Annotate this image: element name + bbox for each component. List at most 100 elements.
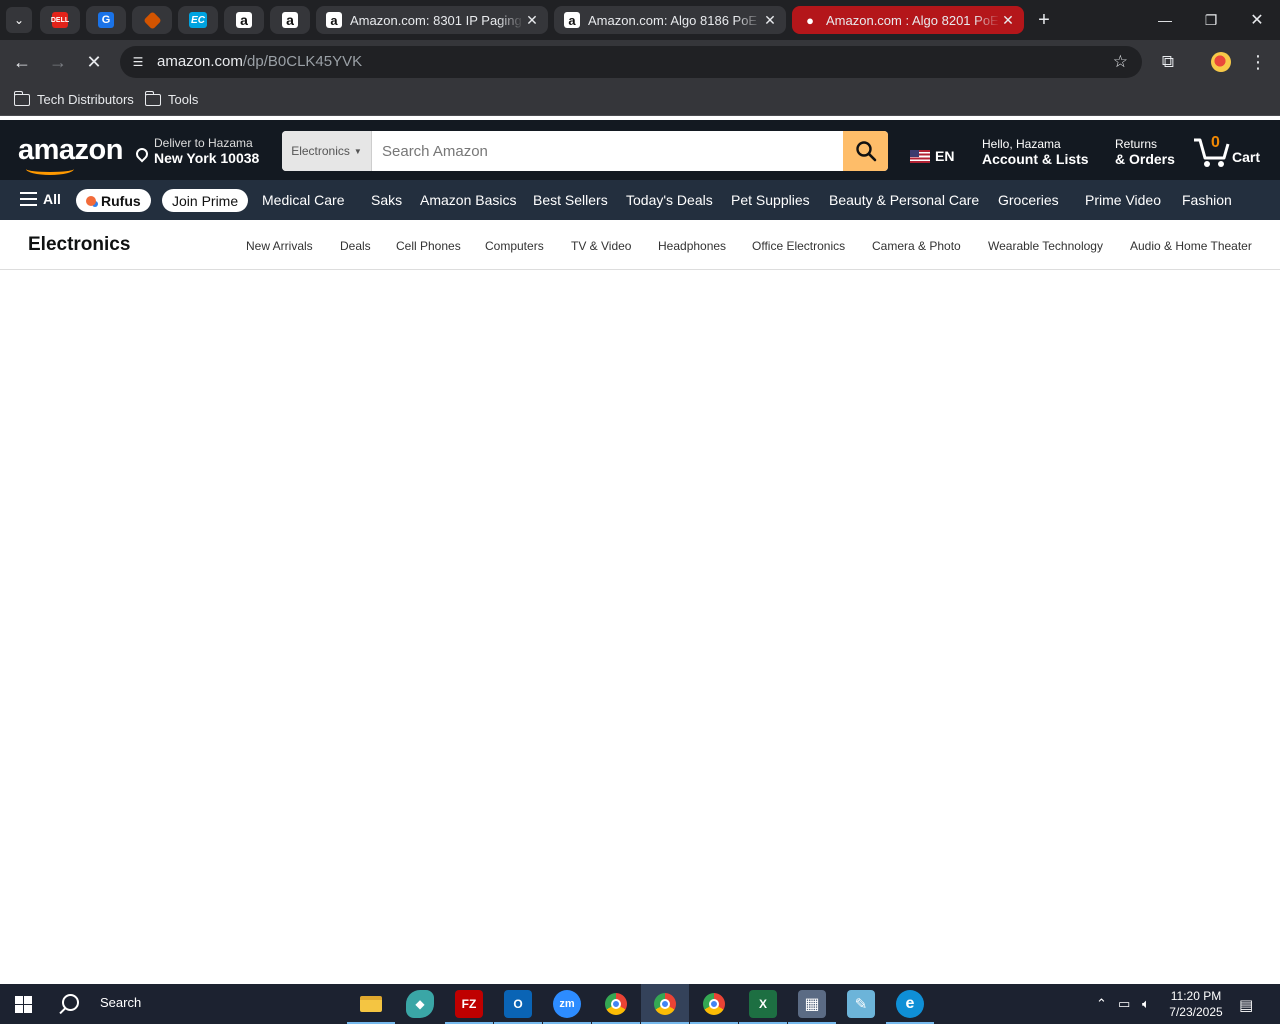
folder-icon bbox=[13, 90, 30, 106]
pinned-tab-6[interactable]: a bbox=[270, 6, 310, 34]
chrome-profile-icon[interactable] bbox=[641, 990, 689, 1024]
taskbar-search-label: Search bbox=[100, 995, 142, 1010]
chrome-icon[interactable] bbox=[592, 990, 640, 1024]
all-menu-button[interactable]: All bbox=[20, 191, 61, 207]
subnav-office-electronics[interactable]: Office Electronics bbox=[752, 239, 845, 253]
pinned-tab-5[interactable]: a bbox=[224, 6, 264, 34]
amazon-favicon-icon: a bbox=[236, 12, 252, 28]
search-input[interactable] bbox=[373, 131, 843, 171]
subnav-audio-home-theater[interactable]: Audio & Home Theater bbox=[1130, 239, 1252, 253]
clock-time: 11:20 PM bbox=[1170, 989, 1222, 1003]
site-info-icon[interactable]: ☰ bbox=[128, 52, 148, 72]
nav-pet-supplies[interactable]: Pet Supplies bbox=[731, 192, 810, 208]
amazon-nav-bar: All Rufus Join Prime Medical Care Saks A… bbox=[0, 180, 1280, 220]
calculator-icon[interactable]: ▦ bbox=[788, 990, 836, 1024]
excel-icon[interactable]: X bbox=[739, 990, 787, 1024]
nav-todays-deals[interactable]: Today's Deals bbox=[626, 192, 713, 208]
us-flag-icon bbox=[910, 149, 930, 163]
nav-fashion[interactable]: Fashion bbox=[1182, 192, 1232, 208]
edge-icon[interactable]: e bbox=[886, 990, 934, 1024]
tray-chevron-up-icon[interactable]: ⌃ bbox=[1096, 996, 1107, 1012]
search-icon bbox=[855, 141, 876, 162]
tab-close-icon[interactable]: ✕ bbox=[524, 12, 540, 29]
deliver-line1: Deliver to Hazama bbox=[154, 136, 253, 150]
tab-close-icon[interactable]: ✕ bbox=[1000, 12, 1016, 29]
returns-and-orders[interactable]: Returns & Orders bbox=[1115, 137, 1175, 167]
back-arrow-icon[interactable]: ← bbox=[10, 50, 34, 74]
forward-arrow-icon[interactable]: → bbox=[46, 50, 70, 74]
volume-icon[interactable]: 🔈︎ bbox=[1142, 996, 1150, 1012]
ec-favicon-icon: EC bbox=[189, 12, 207, 28]
subnav-wearable-technology[interactable]: Wearable Technology bbox=[988, 239, 1103, 253]
taskbar-search[interactable]: Search bbox=[62, 994, 141, 1011]
windows-start-icon[interactable] bbox=[15, 996, 32, 1013]
subnav-new-arrivals[interactable]: New Arrivals bbox=[246, 239, 313, 253]
search-icon bbox=[62, 994, 79, 1011]
bookmark-tools[interactable]: Tools bbox=[144, 90, 198, 107]
subnav-headphones[interactable]: Headphones bbox=[658, 239, 726, 253]
folder-icon bbox=[144, 90, 161, 106]
tab-search-chevron-icon[interactable]: ⌄ bbox=[6, 7, 32, 33]
restore-icon[interactable]: ❐ bbox=[1188, 0, 1234, 40]
nav-best-sellers[interactable]: Best Sellers bbox=[533, 192, 608, 208]
new-tab-button[interactable]: + bbox=[1032, 8, 1056, 32]
bookmark-tech-distributors[interactable]: Tech Distributors bbox=[13, 90, 134, 107]
network-icon[interactable]: ▭ bbox=[1118, 996, 1130, 1012]
app-diamond-icon[interactable]: ◆ bbox=[406, 990, 434, 1018]
rufus-icon bbox=[86, 195, 96, 206]
url-text[interactable]: amazon.com/dp/B0CLK45YVK bbox=[157, 53, 362, 70]
deliver-to-location[interactable]: Deliver to Hazama New York 10038 bbox=[133, 136, 260, 166]
loading-favicon-icon: ● bbox=[806, 12, 814, 28]
search-bar: Electronics ▼ bbox=[282, 131, 888, 171]
nav-amazon-basics[interactable]: Amazon Basics bbox=[420, 192, 516, 208]
browser-tab-strip: ⌄ DELL G EC a a a Amazon.com: 8301 IP Pa… bbox=[0, 0, 1280, 40]
tab-8201-sip-intercom-active[interactable]: ● Amazon.com : Algo 8201 PoE SIP Interco… bbox=[792, 6, 1024, 34]
notifications-icon[interactable]: ▤ bbox=[1239, 996, 1253, 1014]
dell-favicon-icon: DELL bbox=[51, 12, 69, 28]
browser-menu-icon[interactable]: ⋮ bbox=[1246, 50, 1270, 74]
rufus-button[interactable]: Rufus bbox=[76, 189, 151, 212]
nav-medical-care[interactable]: Medical Care bbox=[262, 192, 344, 208]
extensions-puzzle-icon[interactable]: ⧉ bbox=[1156, 50, 1180, 74]
nav-saks[interactable]: Saks bbox=[371, 192, 402, 208]
file-explorer-icon[interactable] bbox=[347, 990, 395, 1024]
nav-prime-video[interactable]: Prime Video bbox=[1085, 192, 1161, 208]
tab-8186-sip-horn[interactable]: a Amazon.com: Algo 8186 PoE SIP Horn ✕ bbox=[554, 6, 786, 34]
address-bar[interactable]: ☰ amazon.com/dp/B0CLK45YVK ☆ bbox=[120, 46, 1142, 78]
zoom-icon[interactable]: zm bbox=[543, 990, 591, 1024]
account-and-lists[interactable]: Hello, Hazama Account & Lists bbox=[982, 137, 1089, 167]
language-label: EN bbox=[935, 148, 955, 164]
subnav-title[interactable]: Electronics bbox=[28, 234, 130, 256]
bookmark-star-icon[interactable]: ☆ bbox=[1113, 52, 1128, 72]
nav-groceries[interactable]: Groceries bbox=[998, 192, 1059, 208]
account-lists-label: Account & Lists bbox=[982, 151, 1089, 167]
outlook-icon[interactable]: O bbox=[494, 990, 542, 1024]
tab-close-icon[interactable]: ✕ bbox=[762, 12, 778, 29]
cart-button[interactable]: 0 Cart bbox=[1192, 132, 1264, 172]
notepad-icon[interactable]: ✎ bbox=[847, 990, 875, 1018]
chrome-profile2-icon[interactable] bbox=[690, 990, 738, 1024]
search-button[interactable] bbox=[843, 131, 888, 171]
language-selector[interactable]: EN bbox=[910, 148, 954, 164]
subnav-camera-photo[interactable]: Camera & Photo bbox=[872, 239, 961, 253]
tab-8301-paging-adapter[interactable]: a Amazon.com: 8301 IP Paging Adapter ✕ bbox=[316, 6, 548, 34]
join-prime-button[interactable]: Join Prime bbox=[162, 189, 249, 212]
all-label: All bbox=[43, 191, 61, 207]
subnav-tv-video[interactable]: TV & Video bbox=[571, 239, 631, 253]
minimize-icon[interactable]: — bbox=[1142, 0, 1188, 40]
stop-loading-icon[interactable]: ✕ bbox=[82, 50, 106, 74]
subnav-deals[interactable]: Deals bbox=[340, 239, 371, 253]
search-category-dropdown[interactable]: Electronics ▼ bbox=[282, 131, 372, 171]
deliver-line2: New York 10038 bbox=[154, 150, 260, 166]
pinned-tab-2[interactable]: G bbox=[86, 6, 126, 34]
nav-beauty-personal-care[interactable]: Beauty & Personal Care bbox=[829, 192, 979, 208]
close-window-icon[interactable]: ✕ bbox=[1234, 0, 1280, 40]
system-clock[interactable]: 11:20 PM 7/23/2025 bbox=[1158, 988, 1234, 1020]
pinned-tab-1[interactable]: DELL bbox=[40, 6, 80, 34]
pinned-tab-3[interactable] bbox=[132, 6, 172, 34]
filezilla-icon[interactable]: FZ bbox=[445, 990, 493, 1024]
profile-avatar-icon[interactable] bbox=[1211, 52, 1231, 72]
subnav-cell-phones[interactable]: Cell Phones bbox=[396, 239, 461, 253]
pinned-tab-4[interactable]: EC bbox=[178, 6, 218, 34]
subnav-computers[interactable]: Computers bbox=[485, 239, 544, 253]
